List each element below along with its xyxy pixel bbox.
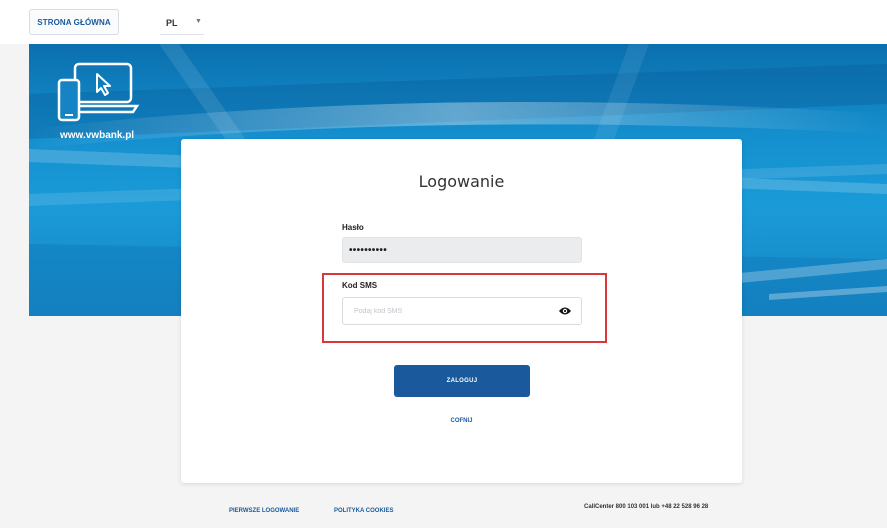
devices-icon [57,62,140,122]
password-label: Hasło [342,223,364,232]
page-title: Logowanie [418,172,505,191]
password-field[interactable]: •••••••••• [342,237,582,263]
login-card: Logowanie Hasło •••••••••• Kod SMS ZALOG… [181,139,742,483]
language-select[interactable]: PL ▼ [160,12,204,35]
top-bar: STRONA GŁÓWNA PL ▼ [0,0,887,44]
language-value: PL [166,18,178,28]
back-link-label[interactable]: COFNIJ [450,418,472,424]
site-url: www.vwbank.pl [60,130,135,141]
login-button[interactable]: ZALOGUJ [394,365,530,397]
home-button[interactable]: STRONA GŁÓWNA [29,9,119,35]
password-value: •••••••••• [349,244,388,256]
back-link[interactable]: COFNIJ [181,418,742,424]
eye-icon[interactable] [558,306,572,316]
chevron-down-icon: ▼ [195,18,202,25]
first-login-link[interactable]: PIERWSZE LOGOWANIE [229,508,299,514]
sms-field[interactable] [342,297,582,325]
cookies-policy-link[interactable]: POLITYKA COOKIES [334,508,393,514]
callcenter-info: CallCenter 800 103 001 lub +48 22 528 96… [584,504,709,510]
sms-input[interactable] [343,306,556,316]
sms-label: Kod SMS [342,281,378,290]
